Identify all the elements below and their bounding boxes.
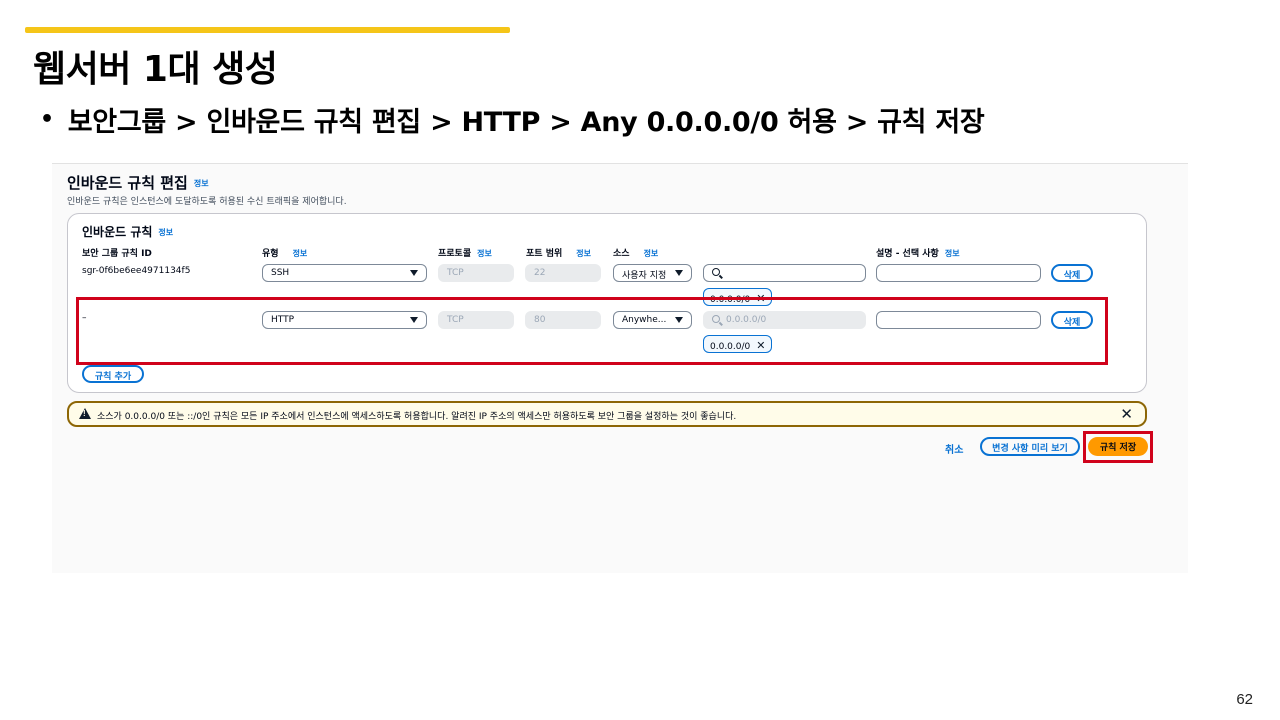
card-title-text: 인바운드 규칙 (82, 225, 153, 239)
console-screenshot: 인바운드 규칙 편집 정보 인바운드 규칙은 인스턴스에 도달하도록 허용된 수신… (52, 163, 1188, 573)
source-select[interactable]: 사용자 지정 (613, 264, 692, 282)
column-header-rule-id: 보안 그룹 규칙 ID (82, 249, 152, 259)
chevron-down-icon (410, 270, 418, 276)
column-header-source: 소스 정보 (613, 246, 658, 259)
slide-title: 웹서버 1대 생성 (33, 49, 278, 90)
bullet-text: 보안그룹 > 인바운드 규칙 편집 > HTTP > Any 0.0.0.0/0… (67, 107, 985, 138)
delete-button[interactable]: 삭제 (1051, 264, 1093, 282)
page-number: 62 (1236, 691, 1253, 708)
column-header-port: 포트 범위 정보 (526, 246, 591, 259)
search-icon (712, 268, 720, 276)
warning-text: 소스가 0.0.0.0/0 또는 ::/0인 규칙은 모든 IP 주소에서 인스… (97, 412, 737, 422)
panel-description: 인바운드 규칙은 인스턴스에 도달하도록 허용된 수신 트래픽을 제어합니다. (67, 197, 347, 207)
warning-alert: 소스가 0.0.0.0/0 또는 ::/0인 규칙은 모든 IP 주소에서 인스… (67, 401, 1147, 427)
type-select-value: SSH (271, 268, 290, 278)
info-link[interactable]: 정보 (644, 249, 659, 258)
card-title: 인바운드 규칙 정보 (82, 223, 173, 240)
column-header-protocol: 프로토콜 정보 (438, 246, 492, 259)
accent-bar (25, 27, 510, 33)
info-link[interactable]: 정보 (945, 249, 960, 258)
highlight-box (1083, 431, 1153, 463)
type-select[interactable]: SSH (262, 264, 427, 282)
cancel-button[interactable]: 취소 (945, 441, 963, 456)
panel-title: 인바운드 규칙 편집 정보 (67, 172, 209, 193)
info-link[interactable]: 정보 (293, 249, 308, 258)
source-select-value: 사용자 지정 (622, 271, 667, 281)
port-field: 22 (525, 264, 601, 282)
cidr-search-input[interactable] (703, 264, 866, 282)
column-header-source-text: 소스 (613, 249, 630, 259)
column-header-description: 설명 - 선택 사항 정보 (876, 246, 960, 259)
protocol-field: TCP (438, 264, 514, 282)
close-icon[interactable]: ✕ (1120, 405, 1133, 423)
column-header-protocol-text: 프로토콜 (438, 249, 472, 259)
warning-icon (79, 408, 91, 419)
description-input[interactable] (876, 264, 1041, 282)
bullet-item: • 보안그룹 > 인바운드 규칙 편집 > HTTP > Any 0.0.0.0… (40, 100, 985, 139)
info-link[interactable]: 정보 (158, 228, 173, 237)
add-rule-button[interactable]: 규칙 추가 (82, 365, 144, 383)
column-header-port-text: 포트 범위 (526, 249, 563, 259)
info-link[interactable]: 정보 (576, 249, 591, 258)
chevron-down-icon (675, 270, 683, 276)
preview-changes-button[interactable]: 변경 사항 미리 보기 (980, 437, 1080, 456)
column-header-type-text: 유형 (262, 249, 279, 259)
highlight-box (76, 297, 1108, 365)
info-link[interactable]: 정보 (194, 179, 209, 188)
panel-title-text: 인바운드 규칙 편집 (67, 174, 188, 192)
column-header-description-text: 설명 - 선택 사항 (876, 249, 939, 259)
column-header-type: 유형 정보 (262, 246, 307, 259)
info-link[interactable]: 정보 (477, 249, 492, 258)
bullet-dot: • (40, 107, 54, 132)
rule-id-cell: sgr-0f6be6ee4971134f5 (82, 266, 191, 276)
